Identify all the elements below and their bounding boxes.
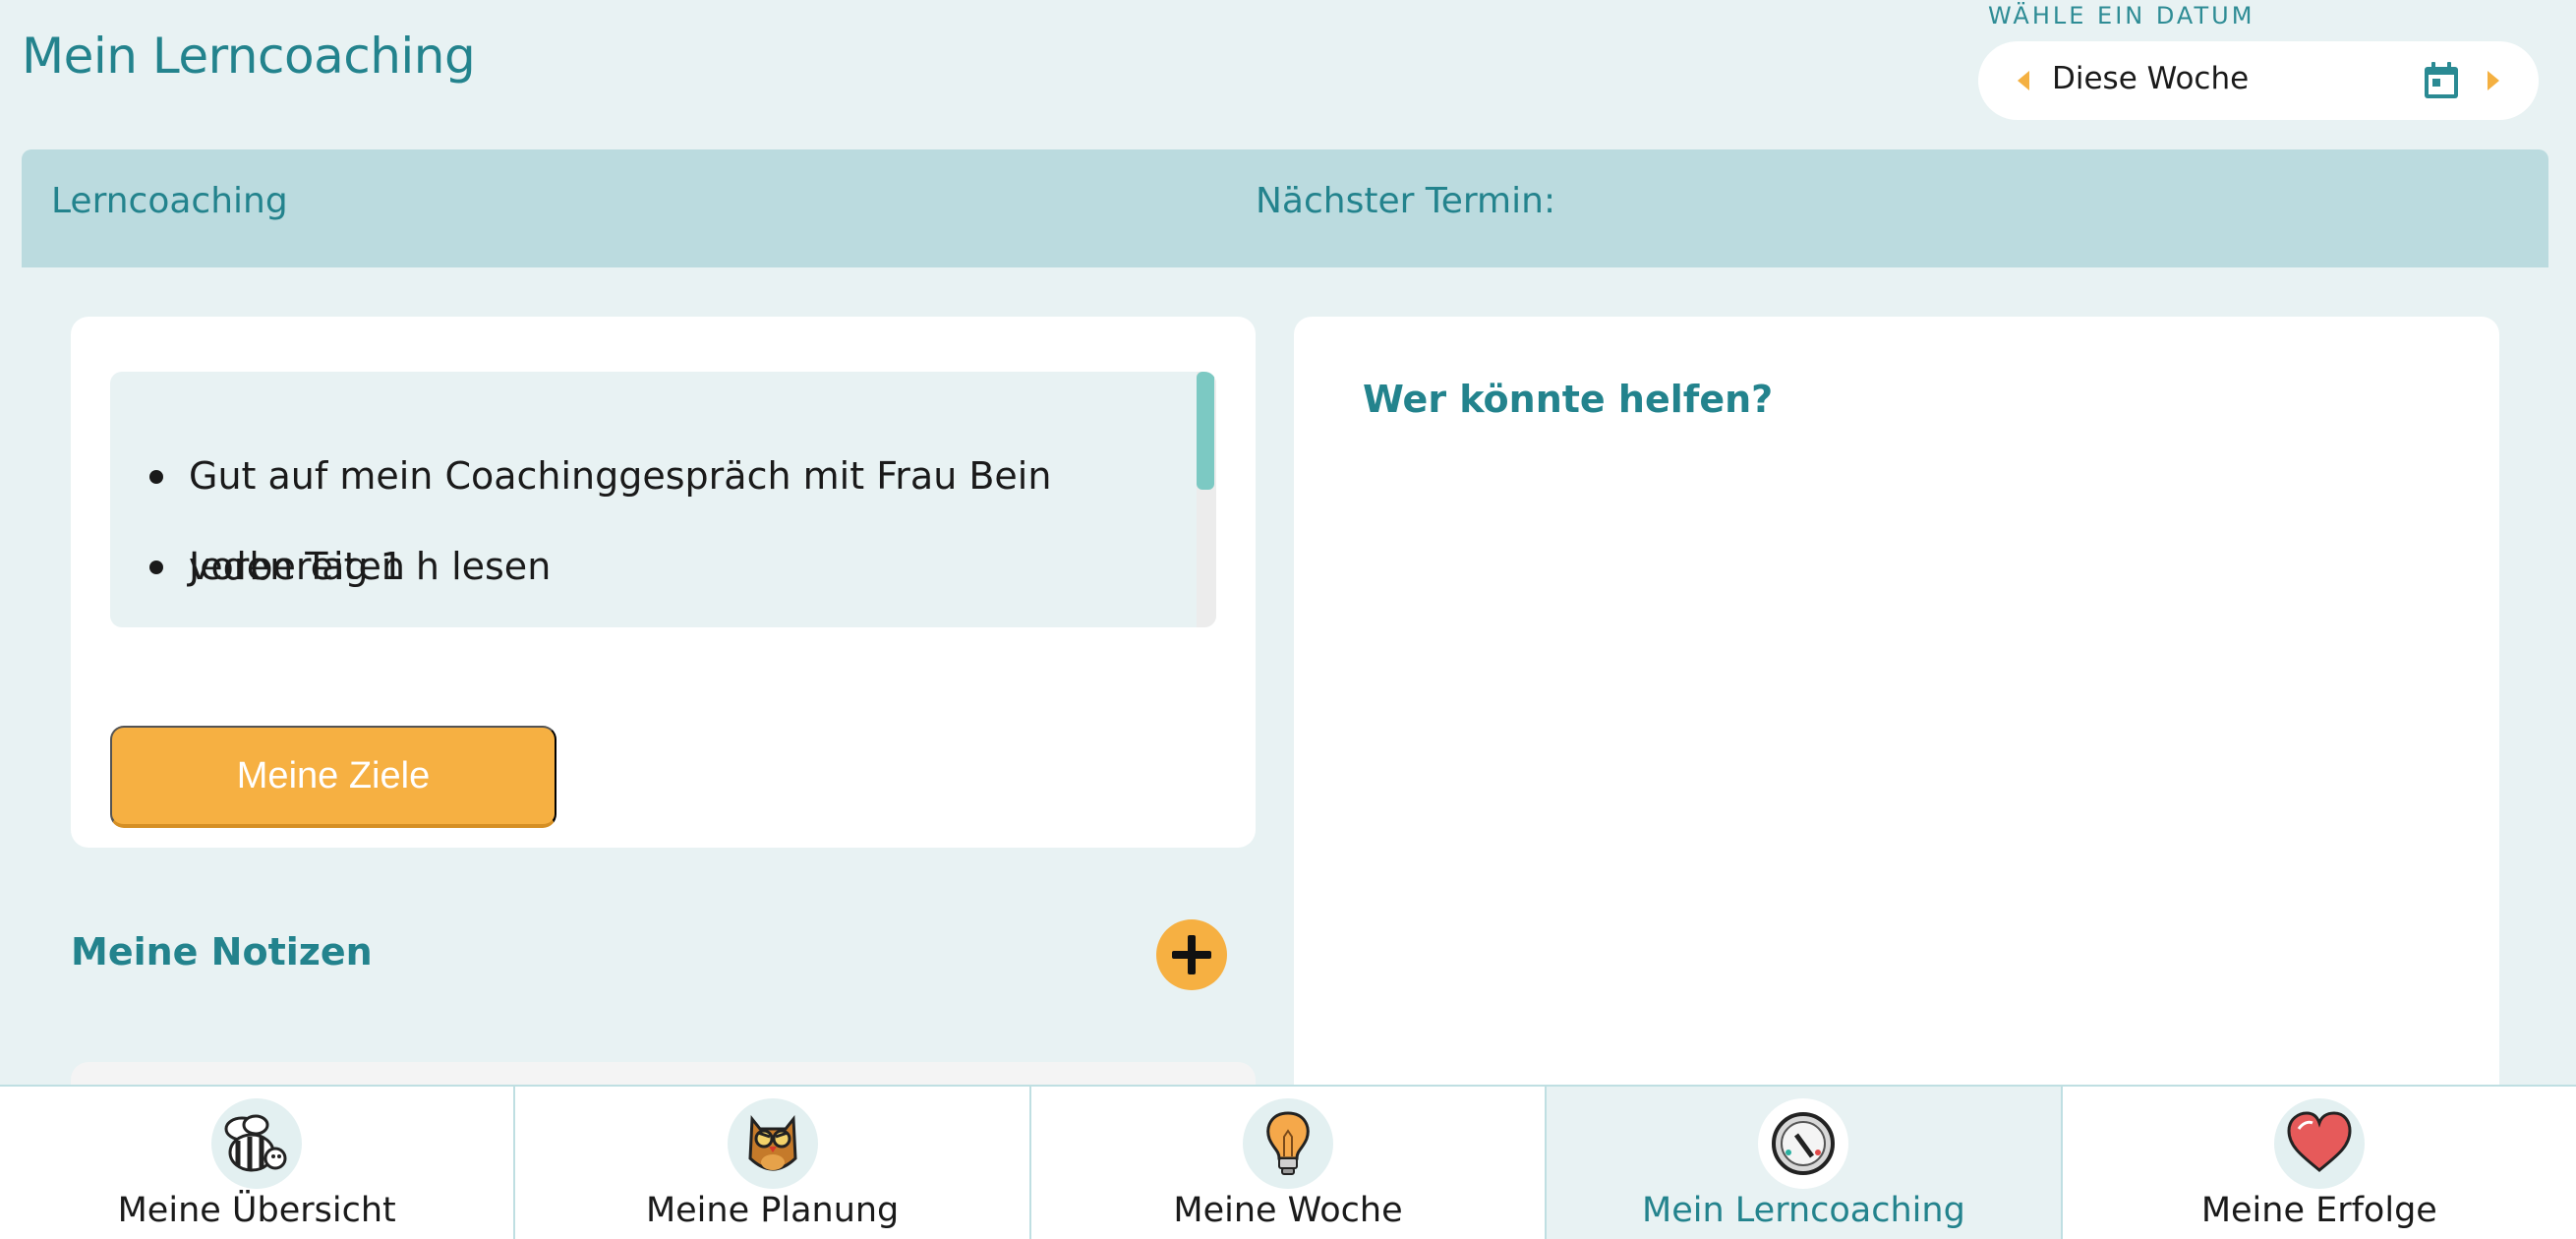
nav-label: Mein Lerncoaching bbox=[1642, 1191, 1965, 1230]
add-note-button[interactable] bbox=[1156, 919, 1227, 990]
bottom-nav: Meine Übersicht Meine Planung Meine Woch… bbox=[0, 1085, 2576, 1239]
chevron-right-icon[interactable] bbox=[2488, 71, 2499, 90]
goal-item: Gut auf mein Coachinggespräch mit Frau B… bbox=[149, 431, 1216, 588]
next-appointment-label: Nächster Termin: bbox=[1256, 181, 1556, 221]
notes-title: Meine Notizen bbox=[71, 930, 373, 974]
my-goals-button[interactable]: Meine Ziele bbox=[110, 726, 556, 828]
owl-icon bbox=[727, 1098, 818, 1189]
date-picker-caption: WÄHLE EIN DATUM bbox=[1988, 2, 2255, 30]
goal-item: Jeden Tag 1 h lesen bbox=[149, 521, 1216, 612]
lightbulb-icon bbox=[1243, 1098, 1334, 1189]
banner-title: Lerncoaching bbox=[51, 181, 288, 221]
nav-label: Meine Übersicht bbox=[117, 1191, 396, 1230]
nav-item-successes[interactable]: Meine Erfolge bbox=[2063, 1087, 2576, 1239]
compass-icon bbox=[1758, 1098, 1849, 1189]
goals-card: Gut auf mein Coachinggespräch mit Frau B… bbox=[71, 317, 1256, 848]
help-title: Wer könnte helfen? bbox=[1363, 378, 1774, 421]
nav-label: Meine Erfolge bbox=[2200, 1191, 2437, 1230]
plus-icon bbox=[1172, 935, 1211, 974]
date-picker-value[interactable]: Diese Woche bbox=[2052, 61, 2249, 96]
calendar-icon[interactable] bbox=[2423, 61, 2460, 100]
nav-item-week[interactable]: Meine Woche bbox=[1031, 1087, 1548, 1239]
nav-item-learning-coaching[interactable]: Mein Lerncoaching bbox=[1547, 1087, 2063, 1239]
coaching-banner: Lerncoaching Nächster Termin: bbox=[22, 149, 2548, 267]
nav-item-planning[interactable]: Meine Planung bbox=[515, 1087, 1031, 1239]
goals-scrollbar-thumb[interactable] bbox=[1197, 372, 1214, 490]
nav-label: Meine Planung bbox=[645, 1191, 900, 1230]
bee-icon bbox=[211, 1098, 303, 1189]
chevron-left-icon[interactable] bbox=[2018, 71, 2029, 90]
goals-list: Gut auf mein Coachinggespräch mit Frau B… bbox=[110, 372, 1216, 627]
help-card: Wer könnte helfen? bbox=[1294, 317, 2499, 1123]
nav-item-overview[interactable]: Meine Übersicht bbox=[0, 1087, 516, 1239]
page: Mein Lerncoaching WÄHLE EIN DATUM Diese … bbox=[0, 0, 2576, 1239]
nav-label: Meine Woche bbox=[1173, 1191, 1403, 1230]
page-title: Mein Lerncoaching bbox=[22, 28, 476, 85]
heart-icon bbox=[2273, 1098, 2365, 1189]
date-picker[interactable]: Diese Woche bbox=[1978, 41, 2539, 120]
